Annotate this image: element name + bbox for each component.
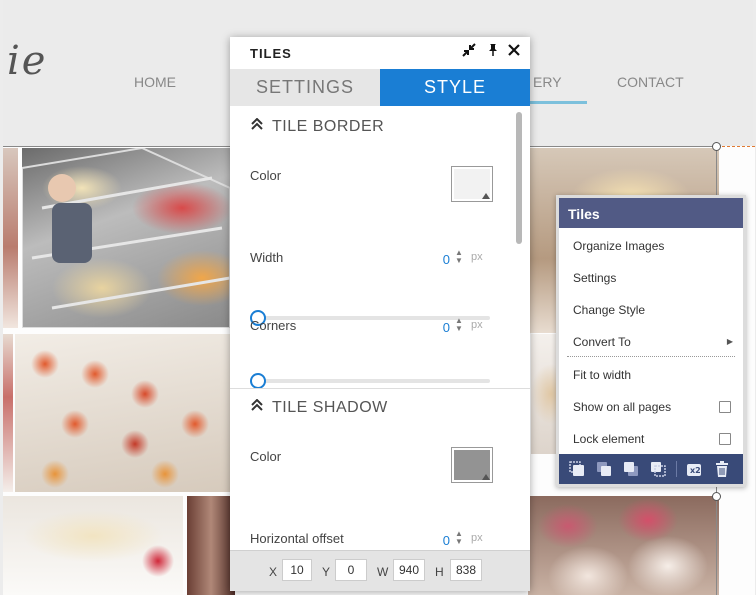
send-backward-icon[interactable] <box>622 460 640 478</box>
tab-settings[interactable]: SETTINGS <box>230 69 380 106</box>
counter-photo-art <box>22 148 230 328</box>
chevron-up-icon <box>250 117 266 133</box>
trash-icon[interactable] <box>713 460 731 478</box>
border-width-value[interactable]: 0 <box>430 252 450 267</box>
gallery-tile-cake-left[interactable] <box>3 334 13 492</box>
dropdown-arrow-icon <box>482 193 490 199</box>
menu-item-convert-to[interactable]: Convert To ▶ <box>573 331 733 353</box>
gallery-tile-chairs[interactable] <box>187 496 235 595</box>
menu-item-settings[interactable]: Settings <box>573 267 733 289</box>
bring-forward-icon[interactable] <box>595 460 613 478</box>
shadow-h-offset-unit: px <box>471 532 483 544</box>
menu-item-label: Convert To <box>573 335 631 349</box>
border-color-swatch[interactable] <box>451 166 493 202</box>
w-input[interactable]: 940 <box>393 559 425 581</box>
menu-item-label: Settings <box>573 271 617 285</box>
border-width-label: Width <box>250 250 284 265</box>
menu-item-label: Lock element <box>573 432 645 446</box>
send-to-back-icon[interactable] <box>649 460 667 478</box>
selection-guide-dashed <box>717 146 755 147</box>
border-corners-stepper[interactable]: ▲ ▼ <box>454 317 464 333</box>
panel-body: TILE BORDER Color Width 0 ▲ ▼ px Corners … <box>230 106 530 550</box>
pin-icon[interactable] <box>484 43 502 61</box>
border-corners-slider-knob[interactable] <box>250 373 266 389</box>
tab-style[interactable]: STYLE <box>380 69 530 106</box>
nav-gallery-link[interactable]: ERY <box>533 74 562 90</box>
menu-item-change-style[interactable]: Change Style <box>573 299 733 321</box>
dropdown-arrow-icon <box>482 474 490 480</box>
menu-item-label: Organize Images <box>573 239 665 253</box>
y-label: Y <box>322 565 331 579</box>
section-tile-shadow[interactable]: TILE SHADOW <box>250 398 388 417</box>
nav-active-underline <box>525 101 587 104</box>
menu-item-fit-to-width[interactable]: Fit to width <box>573 364 733 386</box>
bring-to-front-icon[interactable] <box>568 460 586 478</box>
shadow-h-offset-stepper[interactable]: ▲ ▼ <box>454 530 464 546</box>
menu-item-organize-images[interactable]: Organize Images <box>573 235 733 257</box>
menu-item-label: Change Style <box>573 303 646 317</box>
gallery-tile-serving-counter[interactable] <box>22 148 230 328</box>
shadow-h-offset-value[interactable]: 0 <box>430 533 450 548</box>
svg-text:x2: x2 <box>690 466 701 475</box>
duplicate-icon[interactable]: x2 <box>686 460 704 478</box>
section-title-text: TILE SHADOW <box>272 399 388 416</box>
close-icon[interactable] <box>505 43 523 61</box>
w-label: W <box>377 565 389 579</box>
panel-tabs: SETTINGS STYLE <box>230 69 530 106</box>
nav-contact-link[interactable]: CONTACT <box>617 74 684 90</box>
border-width-stepper[interactable]: ▲ ▼ <box>454 249 464 265</box>
x-label: X <box>269 565 278 579</box>
menu-item-label: Fit to width <box>573 368 632 382</box>
panel-header: TILES <box>230 37 530 69</box>
border-color-label: Color <box>250 168 282 183</box>
section-divider <box>230 388 530 389</box>
submenu-arrow-icon: ▶ <box>726 337 733 346</box>
shadow-color-swatch[interactable] <box>451 447 493 483</box>
section-title-text: TILE BORDER <box>272 118 385 135</box>
chevron-up-icon <box>250 398 266 414</box>
border-corners-label: Corners <box>250 318 297 333</box>
h-input[interactable]: 838 <box>450 559 482 581</box>
border-corners-unit: px <box>471 319 483 331</box>
resize-handle-right[interactable] <box>712 492 721 501</box>
menu-item-label: Show on all pages <box>573 400 672 414</box>
site-logo: ie <box>7 38 48 84</box>
gallery-tile-strawberry-cake[interactable] <box>3 496 183 595</box>
panel-position-bar: X 10 Y 0 W 940 H 838 <box>230 550 530 591</box>
context-menu-toolbar: x2 <box>559 454 743 484</box>
panel-scrollbar[interactable] <box>516 112 522 244</box>
border-corners-slider[interactable] <box>250 373 490 389</box>
nav-home-link[interactable]: HOME <box>134 74 176 90</box>
collapse-icon[interactable] <box>460 43 478 61</box>
menu-separator <box>567 356 735 357</box>
section-tile-border[interactable]: TILE BORDER <box>250 117 385 136</box>
shadow-color-label: Color <box>250 449 282 464</box>
shadow-h-offset-label: Horizontal offset <box>250 531 344 546</box>
gallery-tile-cupcakes[interactable] <box>528 496 719 595</box>
gallery-tile-pastry-left[interactable] <box>3 148 18 328</box>
menu-item-show-on-all-pages[interactable]: Show on all pages <box>573 396 733 418</box>
x-input[interactable]: 10 <box>282 559 312 581</box>
y-input[interactable]: 0 <box>335 559 367 581</box>
toolbar-separator <box>676 461 677 477</box>
border-width-unit: px <box>471 251 483 263</box>
show-on-all-pages-checkbox[interactable] <box>719 401 731 413</box>
tiles-context-menu: Tiles Organize Images Settings Change St… <box>556 195 746 487</box>
border-corners-value[interactable]: 0 <box>430 320 450 335</box>
context-menu-title: Tiles <box>559 198 743 228</box>
lock-element-checkbox[interactable] <box>719 433 731 445</box>
panel-title: TILES <box>250 46 292 61</box>
resize-handle-top-right[interactable] <box>712 142 721 151</box>
tiles-panel: TILES SETTINGS STYLE TILE BORDER Color W… <box>230 37 530 591</box>
menu-item-lock-element[interactable]: Lock element <box>573 428 733 450</box>
h-label: H <box>435 565 444 579</box>
gallery-tile-tartlets[interactable] <box>15 334 231 492</box>
